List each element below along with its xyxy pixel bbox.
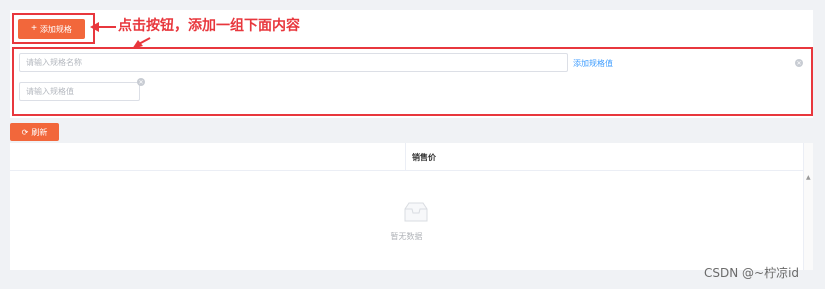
scroll-up-icon[interactable]: ▲ bbox=[806, 174, 811, 181]
watermark: CSDN @~柠凉id bbox=[704, 266, 800, 280]
refresh-label: 刷新 bbox=[31, 127, 48, 137]
add-spec-value-link[interactable]: 添加规格值 bbox=[573, 58, 613, 69]
refresh-button[interactable]: ⟳ 刷新 bbox=[10, 123, 59, 141]
annotation-text: 点击按钮，添加一组下面内容 bbox=[118, 18, 300, 34]
table-column-header-price: 销售价 bbox=[412, 153, 436, 162]
close-spec-value-icon[interactable]: ✕ bbox=[137, 78, 145, 86]
sku-table: 销售价 ▲ 暂无数据 bbox=[10, 143, 813, 270]
empty-text: 暂无数据 bbox=[390, 232, 423, 241]
spec-value-input[interactable] bbox=[19, 82, 140, 101]
annotation-arrowhead-group bbox=[132, 40, 143, 49]
refresh-icon: ⟳ bbox=[21, 127, 29, 137]
table-header: 销售价 bbox=[10, 143, 803, 171]
empty-inbox-icon bbox=[404, 202, 428, 222]
annotation-arrowhead-button bbox=[90, 22, 99, 32]
table-scrollbar[interactable]: ▲ bbox=[803, 143, 813, 270]
spec-name-input[interactable] bbox=[19, 53, 568, 72]
close-spec-group-icon[interactable]: ✕ bbox=[795, 59, 803, 67]
column-divider bbox=[405, 143, 406, 171]
